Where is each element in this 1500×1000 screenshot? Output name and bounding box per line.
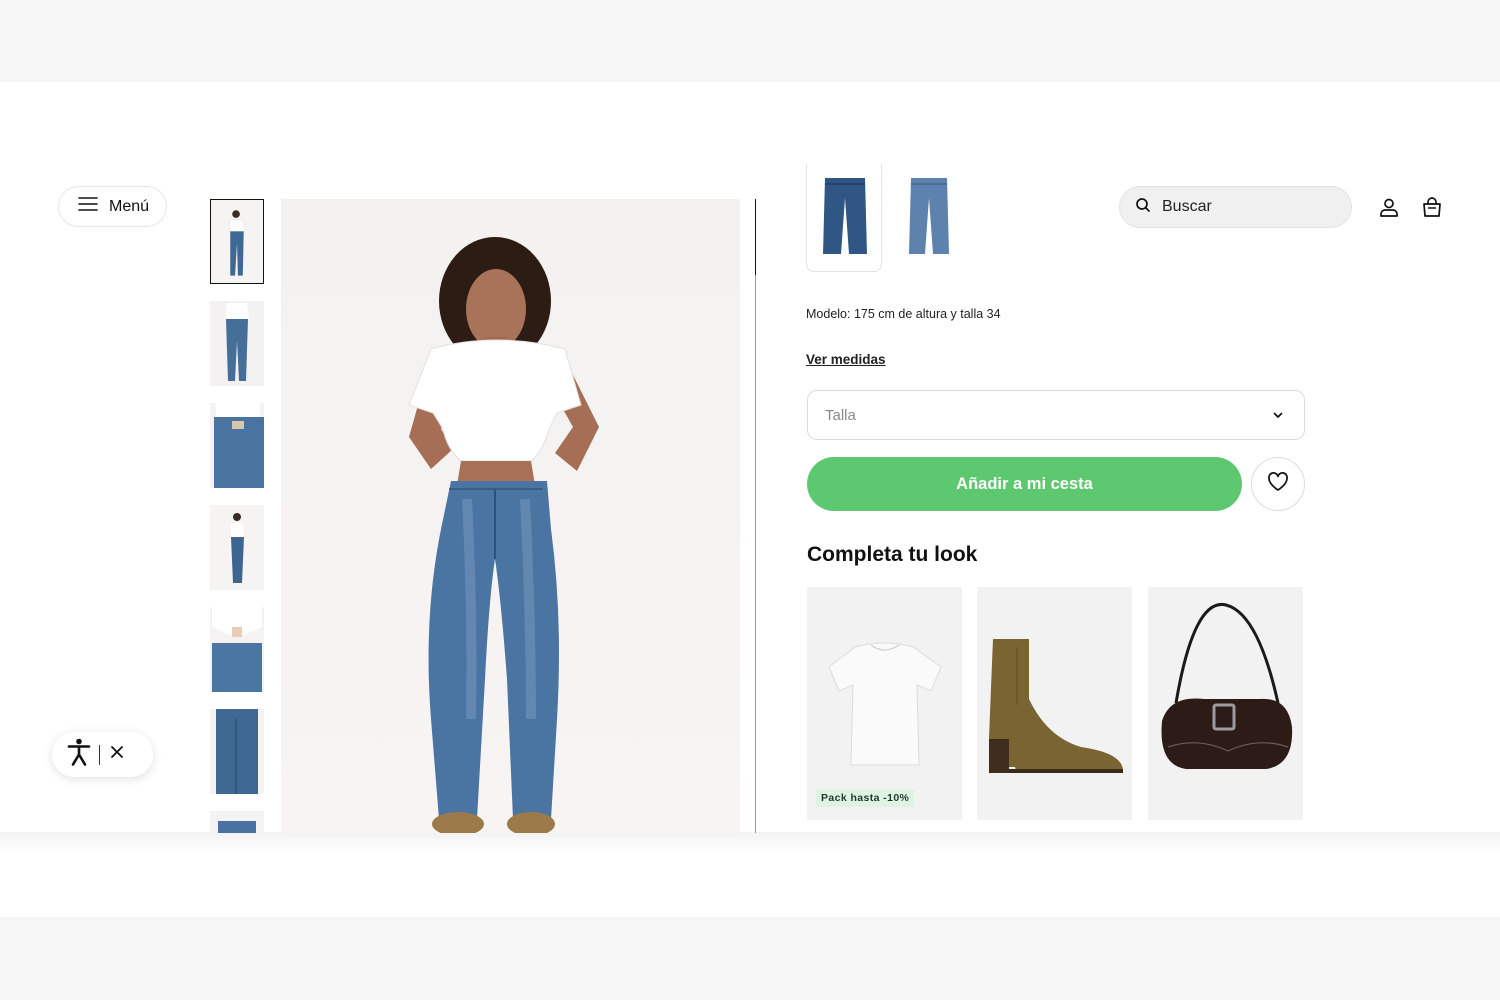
size-select[interactable]: Talla	[807, 390, 1305, 440]
model-info: Modelo: 175 cm de altura y talla 34	[806, 307, 1001, 321]
thumbnail-waist-back[interactable]	[210, 403, 264, 488]
size-select-value: Talla	[825, 406, 856, 424]
hamburger-icon	[78, 196, 98, 217]
chevron-down-icon	[1272, 408, 1284, 426]
complete-look-title: Completa tu look	[807, 543, 978, 566]
content-fade	[0, 832, 1500, 852]
thumbnail-detail[interactable]	[210, 811, 264, 833]
size-guide-link[interactable]: Ver medidas	[806, 352, 886, 367]
close-icon[interactable]	[110, 745, 124, 764]
accessibility-widget	[52, 732, 153, 777]
discount-badge: Pack hasta -10%	[816, 789, 915, 807]
favorite-button[interactable]	[1251, 457, 1305, 511]
look-item-bag[interactable]	[1148, 587, 1303, 820]
search-icon	[1135, 197, 1151, 218]
scroll-track	[755, 199, 756, 833]
separator	[99, 744, 100, 765]
color-variant-dark-blue[interactable]	[806, 164, 882, 272]
menu-button[interactable]: Menú	[58, 186, 167, 227]
thumbnail-list	[210, 199, 264, 833]
menu-label: Menú	[109, 197, 150, 215]
look-item-tshirt[interactable]: Pack hasta -10%	[807, 587, 962, 820]
thumbnail-back[interactable]	[210, 301, 264, 386]
search-input[interactable]: Buscar	[1119, 186, 1352, 228]
accessibility-icon[interactable]	[67, 738, 91, 771]
user-icon[interactable]	[1377, 196, 1401, 220]
bag-icon[interactable]	[1420, 196, 1444, 220]
main-product-image[interactable]	[281, 199, 740, 833]
thumbnail-legs[interactable]	[210, 709, 264, 794]
search-placeholder: Buscar	[1162, 198, 1212, 215]
heart-icon	[1267, 471, 1289, 497]
thumbnail-front[interactable]	[210, 199, 264, 284]
thumbnail-waist-front[interactable]	[210, 607, 264, 692]
color-variant-medium-blue[interactable]	[891, 164, 967, 272]
scroll-indicator[interactable]	[755, 199, 756, 275]
look-item-boot[interactable]	[977, 587, 1132, 820]
thumbnail-side[interactable]	[210, 505, 264, 590]
add-to-cart-button[interactable]: Añadir a mi cesta	[807, 457, 1242, 511]
